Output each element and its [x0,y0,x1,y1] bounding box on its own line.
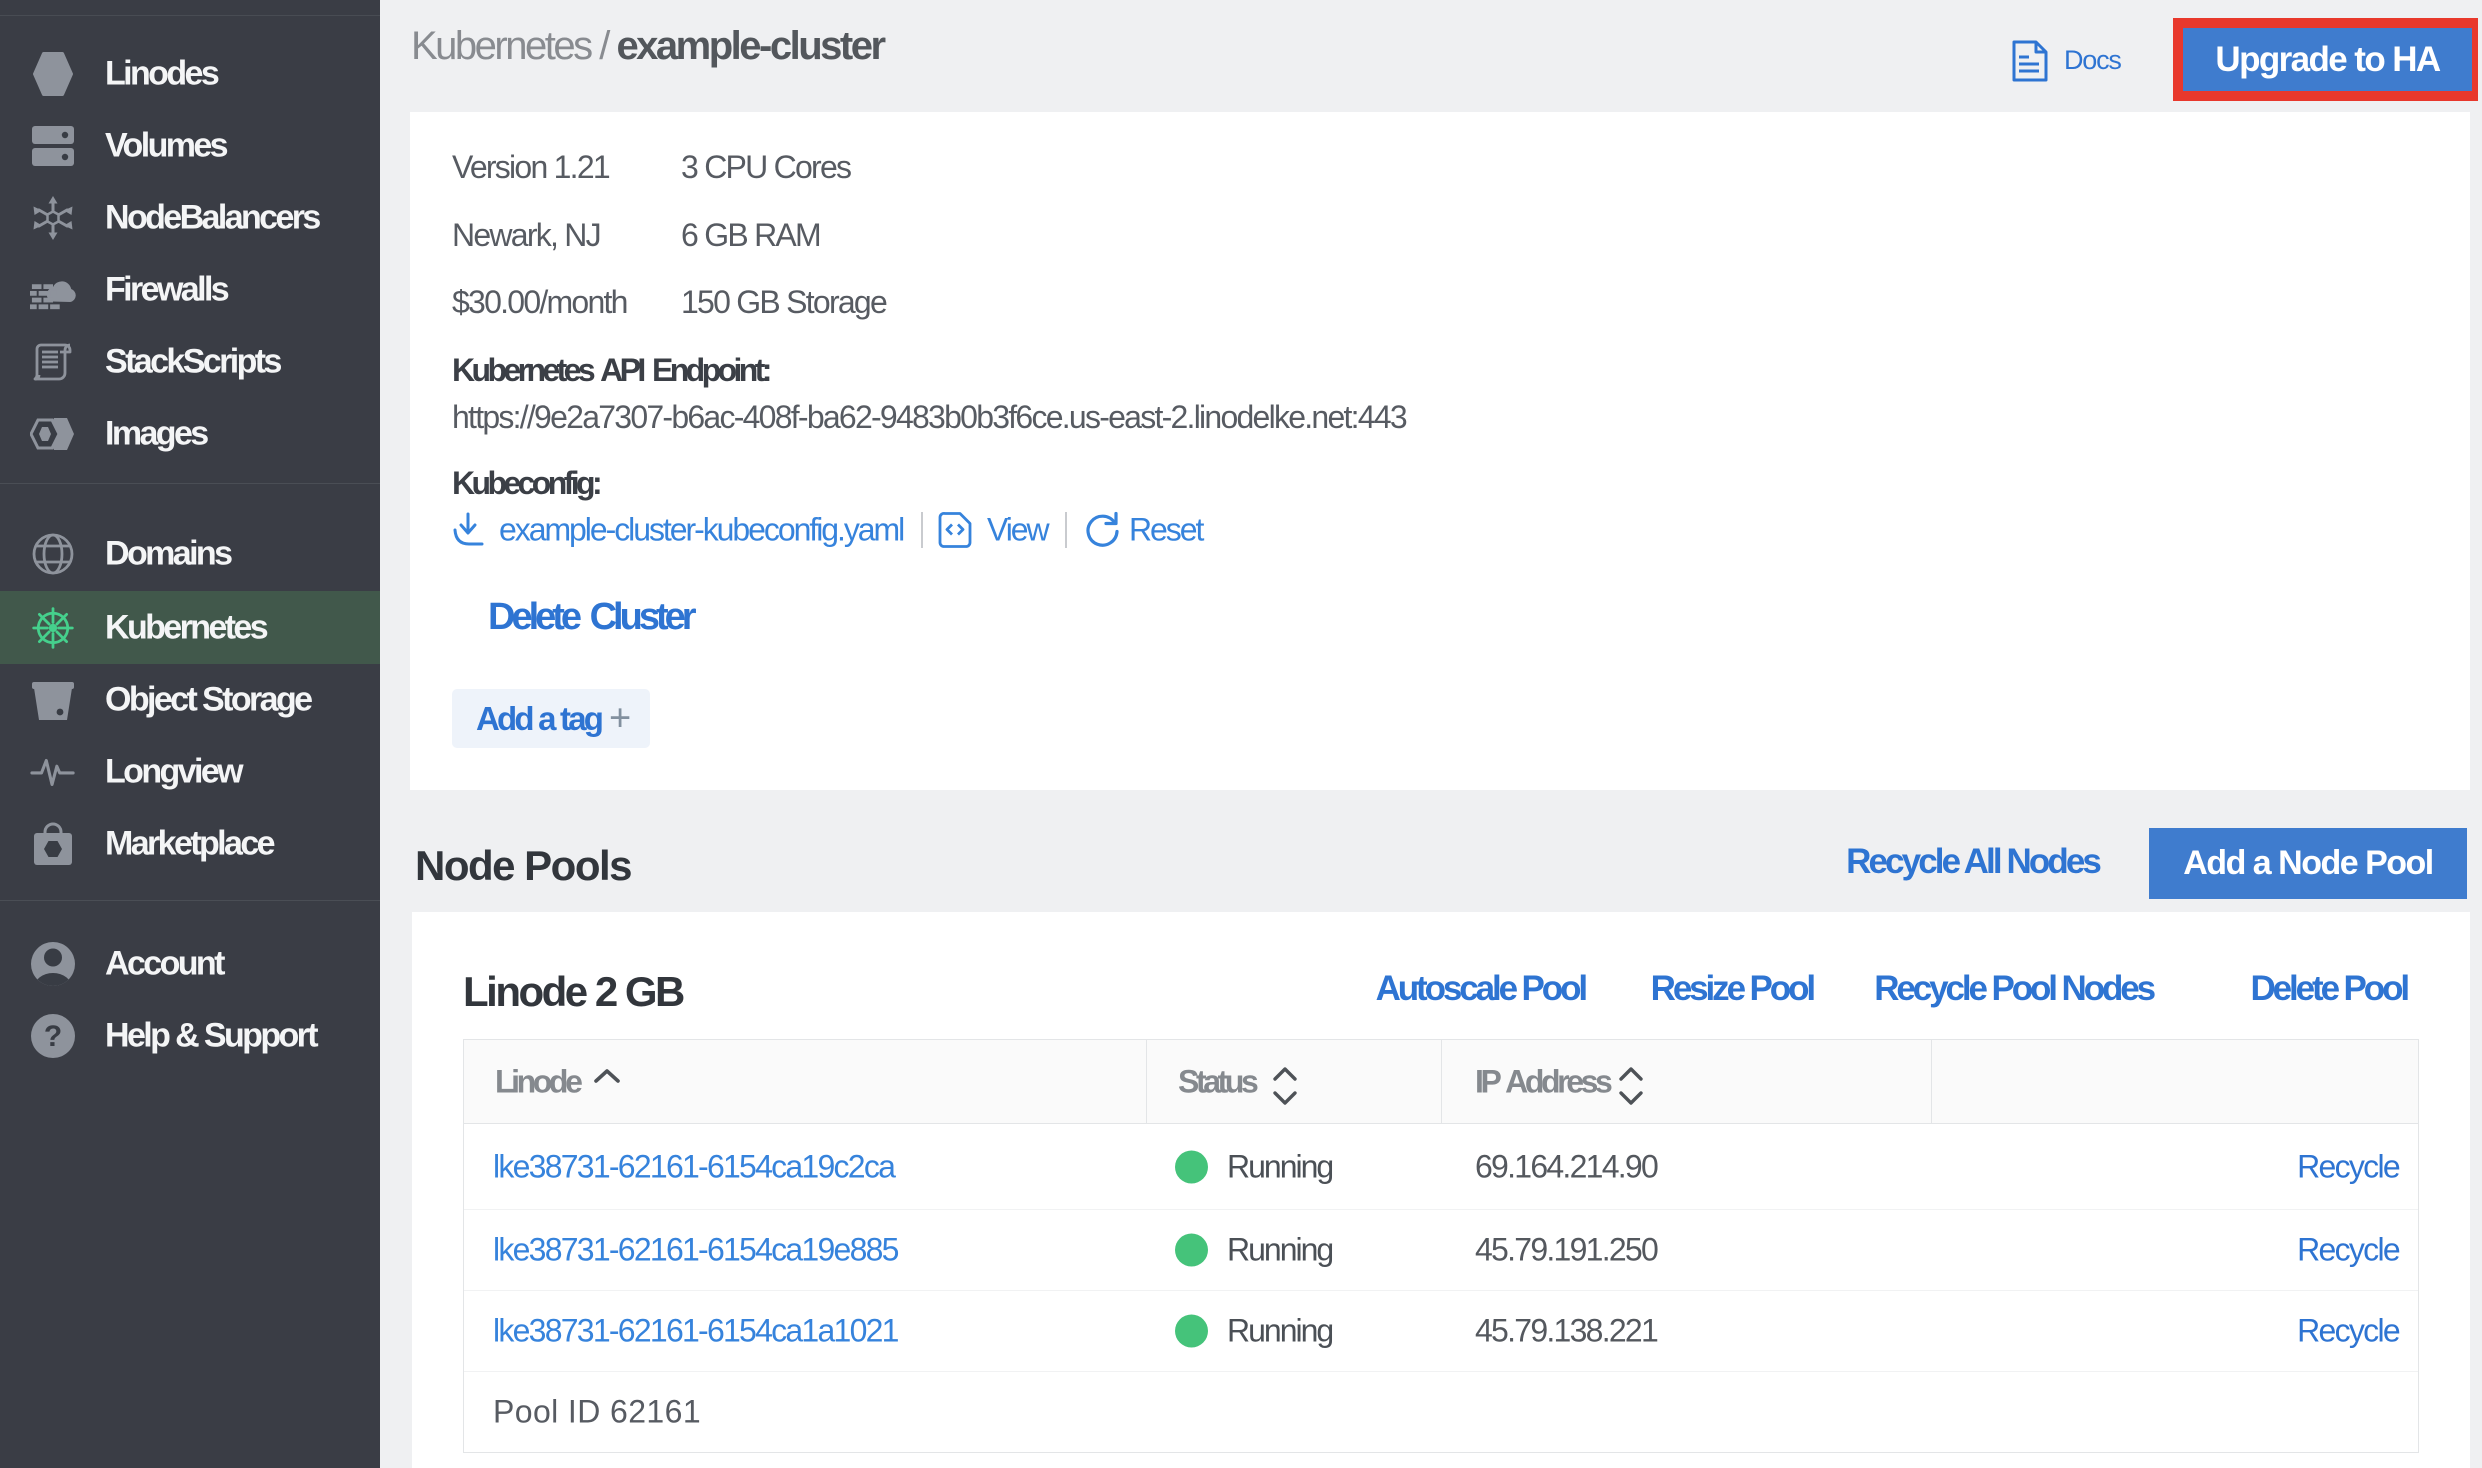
svg-text:?: ? [44,1020,62,1053]
